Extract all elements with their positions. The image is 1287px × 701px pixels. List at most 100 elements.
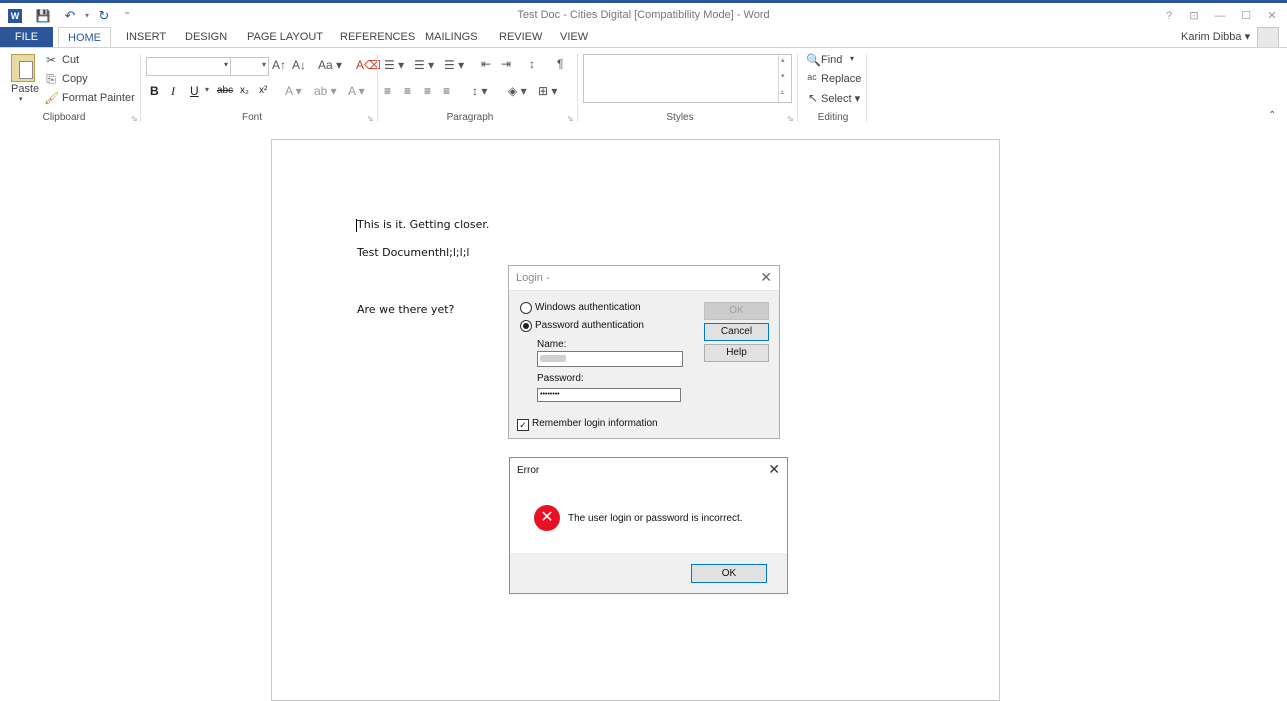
windows-auth-radio[interactable] — [520, 302, 532, 314]
font-color-icon[interactable]: A ▾ — [348, 84, 365, 98]
user-avatar[interactable] — [1257, 27, 1279, 49]
change-case-icon[interactable]: Aa ▾ — [318, 58, 342, 72]
show-formatting-marks-icon[interactable]: ¶ — [557, 57, 563, 71]
paragraph-launcher-icon[interactable]: ⬂ — [567, 114, 574, 123]
italic-button[interactable]: I — [171, 84, 175, 99]
tab-design[interactable]: DESIGN — [176, 27, 236, 47]
tab-references[interactable]: REFERENCES — [331, 27, 424, 47]
text-effects-icon[interactable]: A ▾ — [285, 84, 302, 98]
close-icon[interactable]: ✕ — [768, 461, 780, 478]
tab-review[interactable]: REVIEW — [490, 27, 551, 47]
tab-home[interactable]: HOME — [58, 27, 111, 48]
copy-button[interactable]: Copy — [62, 73, 88, 85]
borders-icon[interactable]: ⊞ ▾ — [538, 84, 557, 98]
title-bar: W 💾 ↶ ▾ ↻ ⁼ Test Doc - Cities Digital [C… — [0, 3, 1287, 27]
remember-login-checkbox[interactable]: ✓ — [517, 419, 529, 431]
error-dialog-title: Error — [517, 465, 540, 476]
format-painter-icon[interactable]: 🖌 — [44, 91, 59, 105]
styles-more-icon[interactable]: ⩡ — [780, 88, 785, 98]
find-button[interactable]: Find — [821, 54, 842, 66]
doc-paragraph-3[interactable]: Are we there yet? — [357, 303, 454, 316]
help-icon[interactable]: ? — [1159, 9, 1179, 23]
window-title: Test Doc - Cities Digital [Compatibility… — [517, 9, 770, 21]
login-dialog-titlebar[interactable]: Login - ✕ — [509, 266, 779, 291]
login-ok-button[interactable]: OK — [704, 302, 769, 320]
tab-view[interactable]: VIEW — [551, 27, 597, 47]
paste-button[interactable]: Paste — [11, 83, 39, 95]
scissors-icon[interactable]: ✂ — [44, 53, 58, 67]
strikethrough-button[interactable]: abc — [217, 85, 233, 96]
name-field[interactable] — [537, 351, 683, 367]
replace-button[interactable]: Replace — [821, 73, 861, 85]
underline-dropdown-icon[interactable]: ▾ — [205, 85, 209, 94]
tab-insert[interactable]: INSERT — [117, 27, 175, 47]
doc-paragraph-1[interactable]: This is it. Getting closer. — [357, 218, 489, 231]
format-painter-button[interactable]: Format Painter — [62, 92, 135, 104]
align-left-icon[interactable]: ≡ — [384, 84, 391, 98]
password-auth-label[interactable]: Password authentication — [535, 320, 644, 331]
editing-group-label: Editing — [817, 112, 849, 123]
group-separator — [377, 54, 378, 122]
login-cancel-button[interactable]: Cancel — [704, 323, 769, 341]
doc-paragraph-2[interactable]: Test Documenthl;l;l;l — [357, 246, 469, 259]
cut-button[interactable]: Cut — [62, 54, 79, 66]
clipboard-launcher-icon[interactable]: ⬂ — [131, 114, 138, 123]
increase-indent-icon[interactable]: ⇥ — [501, 57, 511, 71]
align-right-icon[interactable]: ≡ — [424, 84, 431, 98]
name-label: Name: — [537, 339, 567, 350]
error-ok-button[interactable]: OK — [691, 564, 767, 583]
remember-login-label[interactable]: Remember login information — [532, 418, 658, 429]
font-launcher-icon[interactable]: ⬂ — [367, 114, 374, 123]
shrink-font-icon[interactable]: A↓ — [292, 58, 306, 72]
password-auth-radio[interactable] — [520, 320, 532, 332]
replace-icon[interactable]: ac — [805, 72, 819, 82]
tab-file[interactable]: FILE — [0, 27, 53, 47]
password-field[interactable]: •••••••• — [537, 388, 681, 402]
justify-icon[interactable]: ≡ — [443, 84, 450, 98]
bullets-icon[interactable]: ☰ ▾ — [384, 58, 404, 72]
bold-button[interactable]: B — [150, 84, 159, 98]
user-account-menu[interactable]: Karim Dibba ▾ — [1181, 30, 1250, 43]
numbering-icon[interactable]: ☰ ▾ — [414, 58, 434, 72]
styles-gallery-scroll[interactable]: ▴ ▾ ⩡ — [778, 55, 791, 102]
select-button[interactable]: Select ▾ — [821, 92, 860, 105]
copy-icon[interactable]: ⎘ — [44, 72, 58, 87]
styles-launcher-icon[interactable]: ⬂ — [787, 114, 794, 123]
ribbon-display-options-icon[interactable]: ⊡ — [1184, 9, 1204, 23]
line-spacing-icon[interactable]: ↕ ▾ — [472, 84, 487, 98]
close-window-icon[interactable]: ✕ — [1262, 9, 1282, 23]
grow-font-icon[interactable]: A↑ — [272, 58, 286, 72]
decrease-indent-icon[interactable]: ⇤ — [481, 57, 491, 71]
styles-scroll-down-icon[interactable]: ▾ — [781, 72, 785, 80]
superscript-button[interactable]: x² — [259, 85, 267, 96]
minimize-icon[interactable]: — — [1210, 9, 1230, 23]
error-dialog-content: Error ✕ ✕ The user login or password is … — [510, 458, 787, 553]
text-caret — [356, 219, 357, 232]
login-help-button[interactable]: Help — [704, 344, 769, 362]
find-dropdown-icon[interactable]: ▾ — [850, 54, 854, 63]
styles-scroll-up-icon[interactable]: ▴ — [781, 56, 785, 64]
tab-mailings[interactable]: MAILINGS — [416, 27, 487, 47]
select-cursor-icon[interactable]: ↖ — [806, 91, 820, 105]
highlight-icon[interactable]: ab ▾ — [314, 84, 337, 98]
shading-icon[interactable]: ◈ ▾ — [508, 84, 527, 98]
paste-dropdown-icon[interactable]: ▾ — [19, 95, 23, 103]
close-icon[interactable]: ✕ — [760, 269, 772, 286]
maximize-icon[interactable]: ☐ — [1236, 9, 1256, 23]
underline-button[interactable]: U — [190, 84, 199, 98]
font-name-combo[interactable]: ▾ — [146, 57, 231, 76]
multilevel-list-icon[interactable]: ☰ ▾ — [444, 58, 464, 72]
styles-gallery[interactable]: ▴ ▾ ⩡ — [583, 54, 792, 103]
sort-icon[interactable]: ↕ — [529, 57, 535, 71]
collapse-ribbon-icon[interactable]: ⌃ — [1268, 110, 1276, 121]
tab-page-layout[interactable]: PAGE LAYOUT — [238, 27, 332, 47]
find-icon[interactable]: 🔍 — [806, 53, 821, 67]
paste-icon[interactable] — [11, 54, 35, 82]
styles-group-label: Styles — [666, 112, 694, 123]
font-size-combo[interactable]: ▾ — [230, 57, 269, 76]
subscript-button[interactable]: x₂ — [240, 85, 249, 96]
blurred-name-value — [540, 355, 566, 362]
group-separator — [140, 54, 141, 122]
align-center-icon[interactable]: ≡ — [404, 84, 411, 98]
windows-auth-label[interactable]: Windows authentication — [535, 302, 641, 313]
